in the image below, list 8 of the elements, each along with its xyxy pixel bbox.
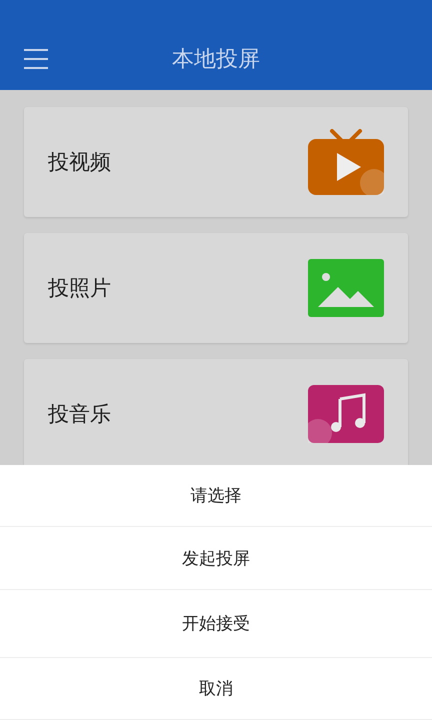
cast-card[interactable]: 投视频 <box>24 107 408 217</box>
cast-card[interactable]: 投照片 <box>24 233 408 343</box>
menu-icon[interactable] <box>24 49 48 69</box>
app-title: 本地投屏 <box>172 46 260 74</box>
cast-card[interactable]: 投音乐 <box>24 359 408 465</box>
card-label: 投视频 <box>48 149 111 176</box>
card-label: 投照片 <box>48 275 111 302</box>
card-label: 投音乐 <box>48 401 111 428</box>
